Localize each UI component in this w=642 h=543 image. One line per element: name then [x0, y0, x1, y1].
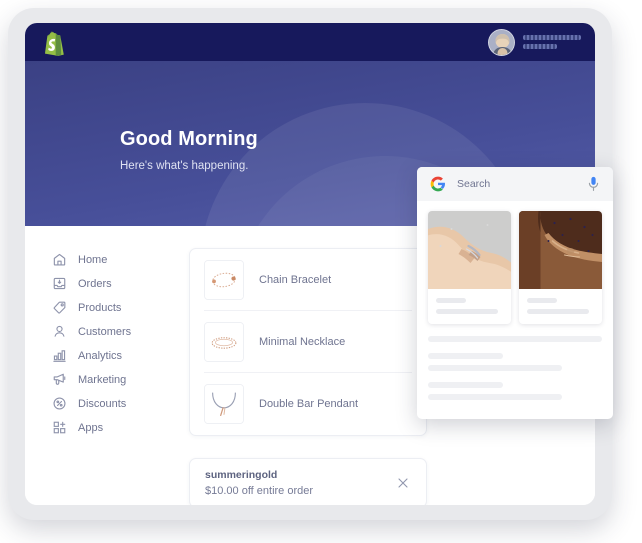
sidebar-item-label: Marketing — [78, 373, 127, 386]
sidebar-item-marketing[interactable]: Marketing — [52, 368, 170, 391]
product-list-item[interactable]: Minimal Necklace — [204, 311, 412, 373]
skeleton-line — [428, 336, 602, 342]
sidebar-item-label: Products — [78, 301, 122, 314]
page-subtitle: Here's what's happening. — [120, 160, 249, 172]
product-list-item[interactable]: Chain Bracelet — [204, 249, 412, 311]
sidebar-item-apps[interactable]: Apps — [52, 416, 170, 439]
sidebar-item-label: Orders — [78, 277, 112, 290]
image-result-meta — [519, 289, 602, 324]
skeleton-line — [428, 365, 562, 371]
chain-bracelet-thumb — [204, 259, 244, 300]
skeleton-line — [428, 394, 562, 400]
discount-text-group: summeringold $10.00 off entire order — [205, 469, 313, 497]
product-list-item[interactable]: Double Bar Pendant — [204, 373, 412, 435]
account-subtitle-bar — [523, 44, 557, 49]
skeleton-line — [428, 382, 503, 388]
sidebar-item-orders[interactable]: Orders — [52, 272, 170, 295]
discount-card: summeringold $10.00 off entire order — [189, 458, 427, 505]
shopify-bag-icon[interactable] — [41, 29, 67, 56]
microphone-icon[interactable] — [587, 176, 600, 192]
result-placeholder-block — [428, 353, 602, 371]
google-search-panel: Search — [417, 167, 613, 419]
hero-text-group: Good Morning Here's what's happening. — [120, 128, 258, 172]
skeleton-line — [527, 309, 589, 314]
app-topbar — [25, 23, 595, 61]
discount-description: $10.00 off entire order — [205, 485, 314, 497]
product-name: Double Bar Pendant — [259, 398, 359, 410]
sidebar-item-analytics[interactable]: Analytics — [52, 344, 170, 367]
sidebar-nav: Home Orders Products Customers Analytics… — [52, 248, 170, 439]
account-name-redacted — [523, 35, 581, 49]
avatar — [488, 28, 515, 56]
image-result-card[interactable] — [428, 211, 511, 324]
skeleton-line — [436, 309, 498, 314]
google-g-icon — [430, 176, 446, 192]
sidebar-item-customers[interactable]: Customers — [52, 320, 170, 343]
close-x-icon[interactable] — [395, 475, 411, 491]
search-input[interactable]: Search — [457, 178, 576, 190]
sidebar-item-label: Home — [78, 253, 108, 266]
sidebar-item-home[interactable]: Home — [52, 248, 170, 271]
image-result-meta — [428, 289, 511, 324]
page-title: Good Morning — [120, 128, 258, 150]
text-results-list — [417, 324, 613, 400]
sidebar-item-label: Discounts — [78, 397, 127, 410]
skeleton-line — [428, 353, 503, 359]
bar-chart-icon — [52, 348, 67, 363]
tag-icon — [52, 300, 67, 315]
discount-code: summeringold — [205, 469, 278, 481]
sidebar-item-label: Analytics — [78, 349, 123, 362]
account-name-bar — [523, 35, 581, 40]
necklace-on-neck-photo — [519, 211, 602, 289]
image-results-grid — [417, 201, 613, 324]
sidebar-item-label: Customers — [78, 325, 132, 338]
megaphone-icon — [52, 372, 67, 387]
skeleton-line — [527, 298, 558, 303]
home-icon — [52, 252, 67, 267]
percent-circle-icon — [52, 396, 67, 411]
sidebar-item-discounts[interactable]: Discounts — [52, 392, 170, 415]
sidebar-item-label: Apps — [78, 421, 104, 434]
sidebar-item-products[interactable]: Products — [52, 296, 170, 319]
orders-inbox-icon — [52, 276, 67, 291]
product-list-card: Chain Bracelet Minimal Necklace Double B… — [189, 248, 427, 436]
product-name: Chain Bracelet — [259, 273, 332, 286]
product-name: Minimal Necklace — [259, 335, 346, 348]
bracelet-on-wrist-photo — [428, 211, 511, 289]
minimal-necklace-thumb — [204, 321, 244, 362]
result-placeholder-block — [428, 336, 602, 342]
person-icon — [52, 324, 67, 339]
google-search-bar[interactable]: Search — [417, 167, 613, 201]
result-placeholder-block — [428, 382, 602, 400]
double-bar-pendant-thumb — [204, 384, 244, 424]
grid-plus-icon — [52, 420, 67, 435]
skeleton-line — [436, 298, 467, 303]
account-chip[interactable] — [488, 28, 581, 56]
image-result-card[interactable] — [519, 211, 602, 324]
